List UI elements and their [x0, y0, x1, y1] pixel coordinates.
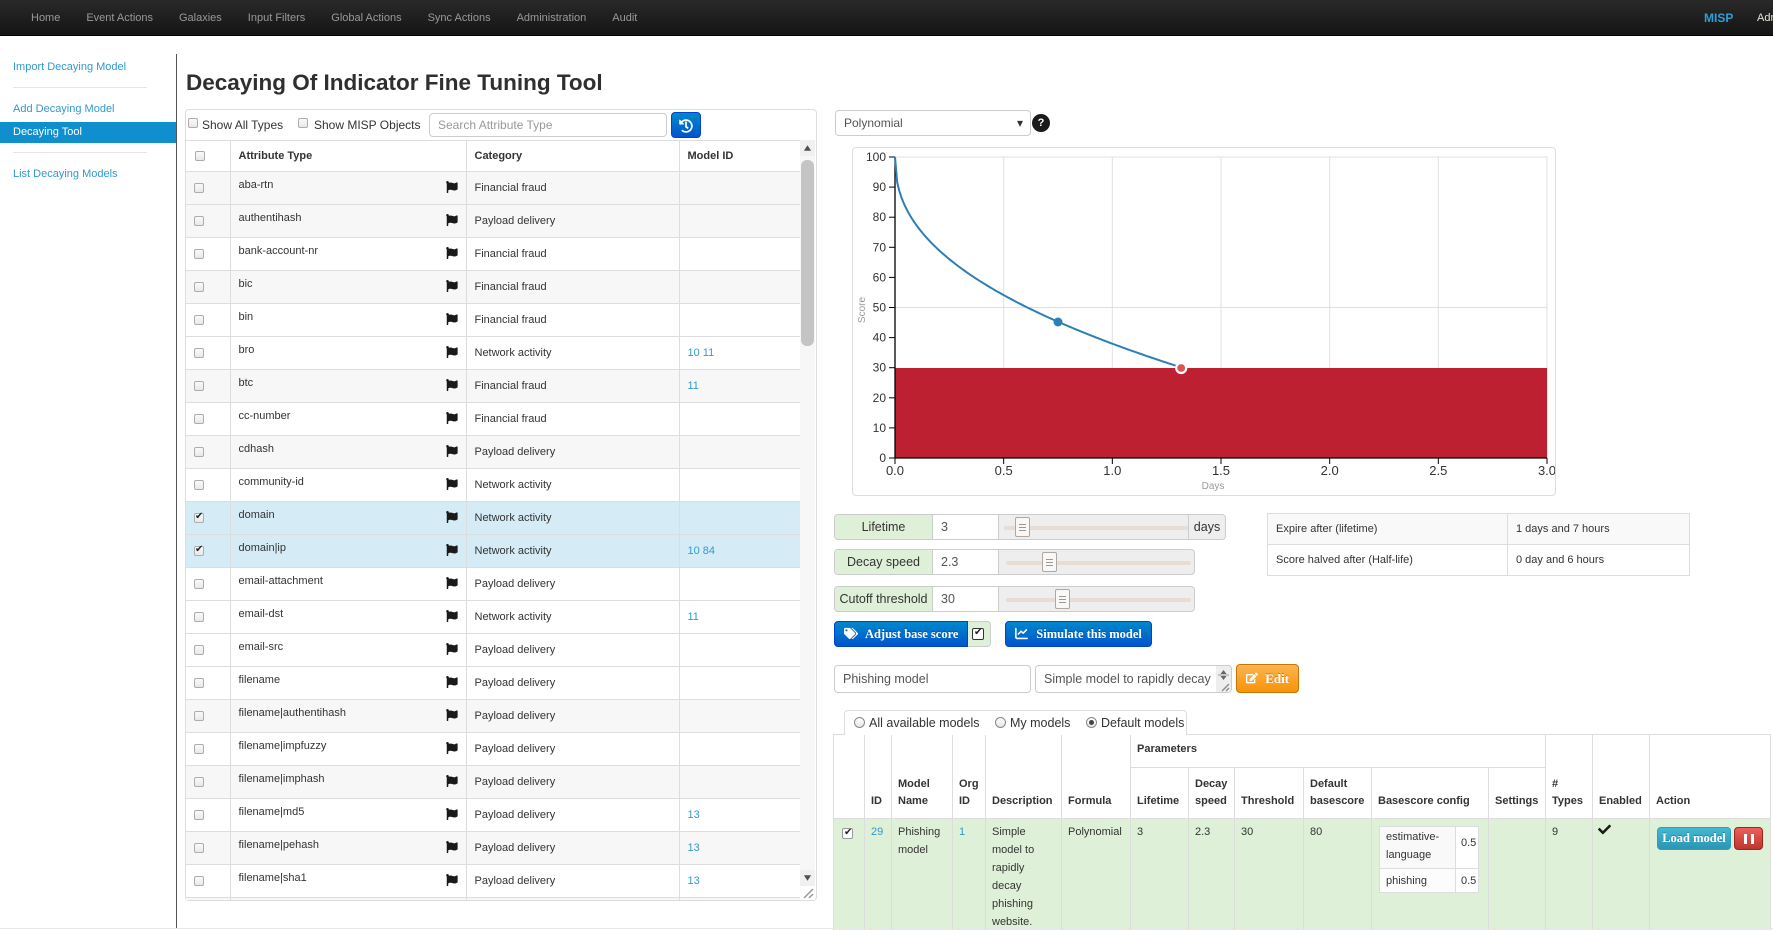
svg-text:Days: Days [1202, 481, 1225, 492]
svg-text:Score: Score [857, 297, 868, 324]
svg-text:60: 60 [873, 270, 887, 284]
svg-text:1.5: 1.5 [1212, 463, 1230, 478]
svg-text:1.0: 1.0 [1103, 463, 1121, 478]
svg-text:70: 70 [873, 240, 887, 254]
svg-text:100: 100 [866, 150, 886, 164]
svg-text:40: 40 [873, 331, 887, 345]
svg-text:10: 10 [873, 421, 887, 435]
svg-text:50: 50 [873, 301, 887, 315]
svg-text:0.5: 0.5 [995, 463, 1013, 478]
svg-text:90: 90 [873, 180, 887, 194]
svg-text:3.0: 3.0 [1538, 463, 1555, 478]
svg-text:0.0: 0.0 [886, 463, 904, 478]
svg-text:80: 80 [873, 210, 887, 224]
svg-text:2.0: 2.0 [1321, 463, 1339, 478]
svg-text:30: 30 [873, 361, 887, 375]
svg-text:2.5: 2.5 [1429, 463, 1447, 478]
svg-text:20: 20 [873, 391, 887, 405]
